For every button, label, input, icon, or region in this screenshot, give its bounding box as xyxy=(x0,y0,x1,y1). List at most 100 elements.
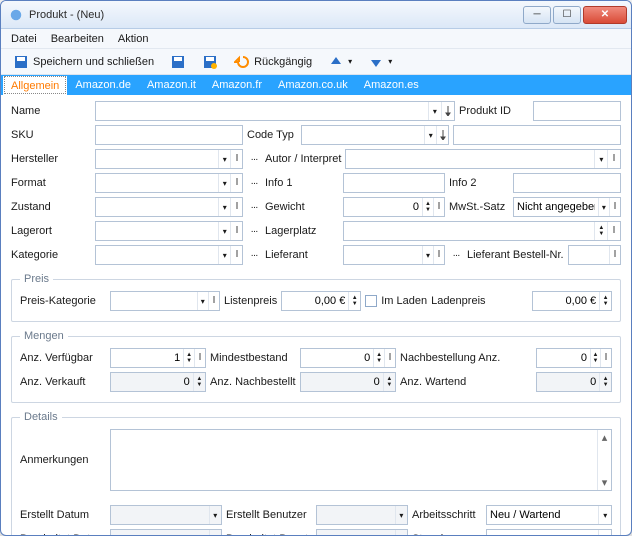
label-preis-kat: Preis-Kategorie xyxy=(20,295,106,307)
label-info2: Info 2 xyxy=(449,177,509,189)
format-field[interactable] xyxy=(95,173,243,193)
kategorie-more-button[interactable]: ··· xyxy=(247,250,261,261)
verkauft-field[interactable] xyxy=(110,372,206,392)
ladenpreis-field[interactable] xyxy=(532,291,612,311)
mengen-group: Mengen Anz. Verfügbar Mindestbestand Nac… xyxy=(11,330,621,403)
bearbeitet-datum-field[interactable] xyxy=(110,529,222,535)
save-close-button[interactable]: Speichern und schließen xyxy=(9,52,158,72)
code-typ-field[interactable] xyxy=(301,125,449,145)
lieferant-field[interactable] xyxy=(343,245,445,265)
code-value-field[interactable] xyxy=(453,125,621,145)
info2-field[interactable] xyxy=(513,173,621,193)
save-new-icon xyxy=(202,54,218,70)
menubar: Datei Bearbeiten Aktion xyxy=(1,29,631,49)
undo-label: Rückgängig xyxy=(254,56,312,68)
window: Produkt - (Neu) ─ ☐ ✕ Datei Bearbeiten A… xyxy=(0,0,632,536)
pin-icon[interactable] xyxy=(441,102,454,120)
mindest-field[interactable] xyxy=(300,348,396,368)
lagerplatz-field[interactable] xyxy=(343,221,621,241)
preis-kategorie-field[interactable] xyxy=(110,291,220,311)
info1-field[interactable] xyxy=(343,173,445,193)
tab-amazon-es[interactable]: Amazon.es xyxy=(356,75,427,95)
label-ladenpreis: Ladenpreis xyxy=(431,295,485,307)
gewicht-field[interactable] xyxy=(343,197,445,217)
preis-group: Preis Preis-Kategorie Listenpreis Im Lad… xyxy=(11,273,621,322)
down-button[interactable]: ▾ xyxy=(364,52,396,72)
tab-amazon-co-uk[interactable]: Amazon.co.uk xyxy=(270,75,356,95)
maximize-button[interactable]: ☐ xyxy=(553,6,581,24)
legend-preis: Preis xyxy=(20,273,53,285)
lagerort-more-button[interactable]: ··· xyxy=(247,226,261,237)
label-arbeitsschritt: Arbeitsschritt xyxy=(412,509,482,521)
label-lieferant-nr: Lieferant Bestell-Nr. xyxy=(467,249,564,261)
erstellt-datum-field[interactable] xyxy=(110,505,222,525)
tab-allgemein[interactable]: Allgemein xyxy=(3,75,67,95)
toolbar: Speichern und schließen Rückgängig ▾ ▾ xyxy=(1,49,631,75)
minimize-button[interactable]: ─ xyxy=(523,6,551,24)
label-code-typ: Code Typ xyxy=(247,129,297,141)
zustand-field[interactable] xyxy=(95,197,243,217)
lagerort-field[interactable] xyxy=(95,221,243,241)
im-laden-checkbox[interactable] xyxy=(365,295,377,307)
label-format: Format xyxy=(11,177,91,189)
menu-file[interactable]: Datei xyxy=(11,33,37,45)
produkt-id-field[interactable] xyxy=(533,101,621,121)
titlebar: Produkt - (Neu) ─ ☐ ✕ xyxy=(1,1,631,29)
tab-amazon-it[interactable]: Amazon.it xyxy=(139,75,204,95)
menu-action[interactable]: Aktion xyxy=(118,33,149,45)
nachbestellt-field[interactable] xyxy=(300,372,396,392)
verfuegbar-field[interactable] xyxy=(110,348,206,368)
tab-amazon-fr[interactable]: Amazon.fr xyxy=(204,75,270,95)
label-bearbeitet-datum: Bearbeitet Datum xyxy=(20,533,106,535)
up-button[interactable]: ▾ xyxy=(324,52,356,72)
mwst-field[interactable] xyxy=(513,197,621,217)
bearbeitet-benutzer-field[interactable] xyxy=(316,529,408,535)
save-icon xyxy=(170,54,186,70)
listenpreis-field[interactable] xyxy=(281,291,361,311)
label-erstellt-datum: Erstellt Datum xyxy=(20,509,106,521)
autor-field[interactable] xyxy=(345,149,621,169)
arrow-down-icon xyxy=(368,54,384,70)
label-zustand: Zustand xyxy=(11,201,91,213)
label-wartend: Anz. Wartend xyxy=(400,376,466,388)
details-group: Details Anmerkungen ▴▾ Erstellt Datum Er… xyxy=(11,411,621,535)
undo-button[interactable]: Rückgängig xyxy=(230,52,316,72)
save-close-label: Speichern und schließen xyxy=(33,56,154,68)
close-button[interactable]: ✕ xyxy=(583,6,627,24)
stapel-field[interactable] xyxy=(486,529,612,535)
erstellt-benutzer-field[interactable] xyxy=(316,505,408,525)
lieferant-more-button[interactable]: ··· xyxy=(449,250,463,261)
scrollbar[interactable]: ▴▾ xyxy=(597,430,611,490)
save-new-button[interactable] xyxy=(198,52,222,72)
label-mindest: Mindestbestand xyxy=(210,352,296,364)
tab-strip: Allgemein Amazon.de Amazon.it Amazon.fr … xyxy=(1,75,631,95)
hersteller-field[interactable] xyxy=(95,149,243,169)
sku-field[interactable] xyxy=(95,125,243,145)
wartend-field[interactable] xyxy=(536,372,612,392)
window-title: Produkt - (Neu) xyxy=(29,9,523,21)
app-icon xyxy=(9,8,23,22)
nachbest-anz-field[interactable] xyxy=(536,348,612,368)
name-field[interactable] xyxy=(95,101,455,121)
format-more-button[interactable]: ··· xyxy=(247,178,261,189)
save-close-icon xyxy=(13,54,29,70)
tab-amazon-de[interactable]: Amazon.de xyxy=(67,75,139,95)
label-im-laden: Im Laden xyxy=(381,295,427,307)
zustand-more-button[interactable]: ··· xyxy=(247,202,261,213)
label-name: Name xyxy=(11,105,91,117)
hersteller-more-button[interactable]: ··· xyxy=(247,154,261,165)
label-autor: Autor / Interpret xyxy=(265,153,341,165)
arrow-up-icon xyxy=(328,54,344,70)
label-gewicht: Gewicht xyxy=(265,201,339,213)
save-button[interactable] xyxy=(166,52,190,72)
label-nachbest-anz: Nachbestellung Anz. xyxy=(400,352,500,364)
kategorie-field[interactable] xyxy=(95,245,243,265)
menu-edit[interactable]: Bearbeiten xyxy=(51,33,104,45)
anmerkungen-field[interactable]: ▴▾ xyxy=(110,429,612,491)
label-verkauft: Anz. Verkauft xyxy=(20,376,106,388)
lieferant-nr-field[interactable] xyxy=(568,245,621,265)
label-mwst: MwSt.-Satz xyxy=(449,201,509,213)
label-info1: Info 1 xyxy=(265,177,339,189)
arbeitsschritt-field[interactable] xyxy=(486,505,612,525)
label-produkt-id: Produkt ID xyxy=(459,105,529,117)
